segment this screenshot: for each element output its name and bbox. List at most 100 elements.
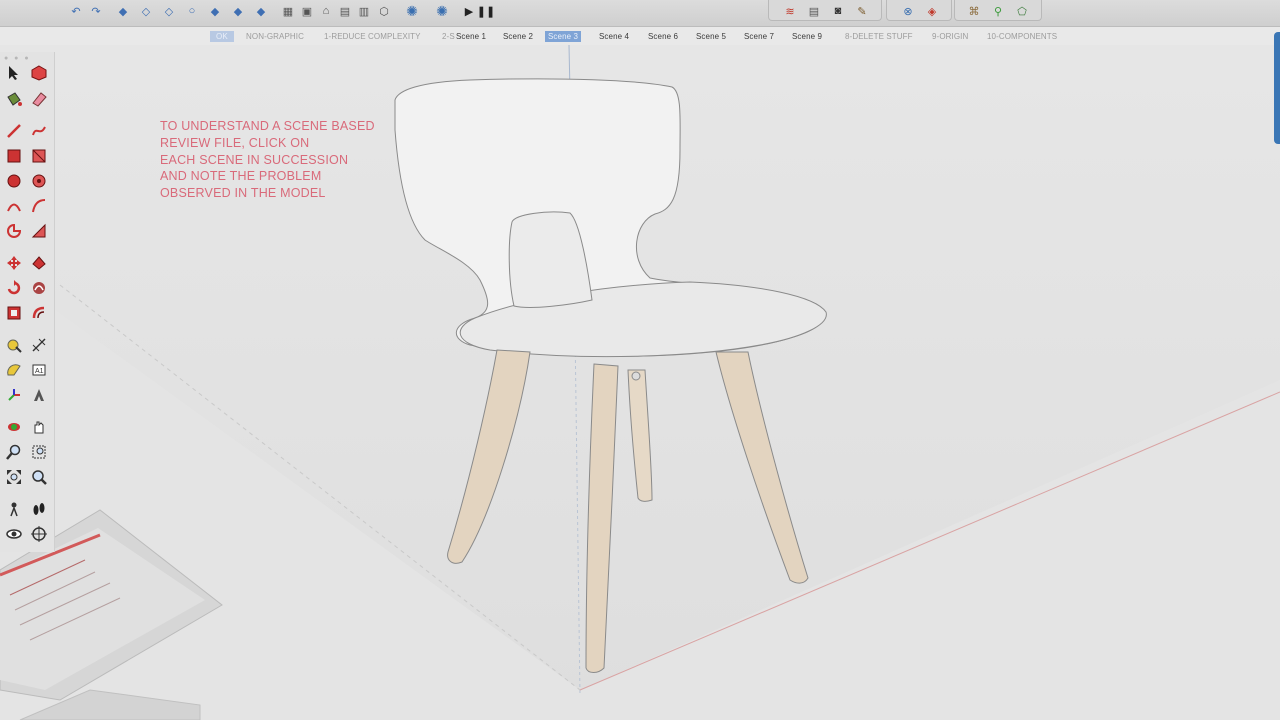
3d-text-icon[interactable] [28,384,50,406]
select-tool-icon[interactable] [3,62,25,84]
polygon-tool-icon[interactable] [28,170,50,192]
sections-toolbar-group: ⊗ ◈ [886,0,952,21]
orbit-tool-icon[interactable] [3,416,25,438]
pan-tool-icon[interactable] [28,416,50,438]
camera-icon[interactable]: ◙ [829,2,847,20]
scene-tab-scene-3[interactable]: Scene 3 [545,31,582,42]
graph-icon[interactable]: ⚲ [989,2,1007,20]
scene-tab-scene-4[interactable]: Scene 4 [599,31,629,42]
push-pull-icon[interactable] [28,252,50,274]
look-around-icon[interactable] [3,523,25,545]
annotation-line-4: AND NOTE THE PROBLEM [160,169,322,184]
chair-leg-front-left [447,349,531,564]
chair-leg-back [627,369,653,502]
follow-me-icon[interactable] [28,277,50,299]
svg-text:A1: A1 [35,368,44,375]
layers-icon[interactable]: ≋ [781,2,799,20]
scene-tab-scene-1[interactable]: Scene 1 [456,31,486,42]
scene-tab-origin[interactable]: 9-ORIGIN [932,31,968,42]
scene-review-annotation: TO UNDERSTAND A SCENE BASED REVIEW FILE,… [160,118,400,202]
axes-tool-icon[interactable] [3,384,25,406]
views-bottom-icon[interactable]: ◆ [252,2,270,20]
protractor-icon[interactable] [3,359,25,381]
rotate-tool-icon[interactable] [3,277,25,299]
wireframe-icon[interactable]: ▣ [298,2,316,20]
section-plane-icon[interactable]: ⊗ [899,2,917,20]
previous-view-icon[interactable] [28,466,50,488]
chair-leg-front-right [715,351,809,584]
default-tray-handle[interactable] [1274,32,1280,144]
top-toolbar: ↶ ↷ ◆ ◇ ◇ ○ ◆ ◆ ◆ ▦ ▣ ⌂ ▤ ▥ ⬡ ✺ ✺ ▶ ❚❚ ≋… [0,0,1280,27]
scene-tabs-bar: OK NON-GRAPHIC 1-REDUCE COMPLEXITY 2-S S… [0,28,1280,44]
text-tool-icon[interactable]: A1 [28,359,50,381]
line-tool-icon[interactable] [3,120,25,142]
scene-tab-ok[interactable]: OK [210,31,234,42]
annotation-line-1: TO UNDERSTAND A SCENE BASED [160,119,375,133]
views-top-icon[interactable]: ◇ [137,2,155,20]
scene-tab-delete-stuff[interactable]: 8-DELETE STUFF [845,31,913,42]
annotation-line-5: OBSERVED IN THE MODEL [160,186,326,201]
paint-bucket-icon[interactable] [3,88,25,110]
scene-tab-non-graphic[interactable]: NON-GRAPHIC [246,31,304,42]
dimension-tool-icon[interactable] [28,334,50,356]
scene-tab-2[interactable]: 2-S [442,31,455,42]
offset-tool-icon[interactable] [28,302,50,324]
zoom-window-icon[interactable] [28,441,50,463]
xray-icon[interactable]: ▦ [279,2,297,20]
paint-brush-icon[interactable]: ✎ [853,2,871,20]
eraser-icon[interactable] [28,88,50,110]
redo-icon[interactable]: ↷ [87,2,105,20]
shaded-textures-icon[interactable]: ▥ [355,2,373,20]
scene-tab-reduce-complexity[interactable]: 1-REDUCE COMPLEXITY [324,31,421,42]
section-plane-tool-icon[interactable] [28,523,50,545]
chair-bolt [631,371,641,381]
make-component-icon[interactable] [28,62,50,84]
tape-measure-icon[interactable] [3,334,25,356]
annotation-line-3: EACH SCENE IN SUCCESSION [160,152,349,167]
large-tool-set-palette: ● ● ● A1 [0,52,55,552]
freehand-tool-icon[interactable] [28,120,50,142]
monochrome-icon[interactable]: ⬡ [375,2,393,20]
views-iso-icon[interactable]: ◆ [114,2,132,20]
zoom-tool-icon[interactable] [3,441,25,463]
scene-tab-scene-6[interactable]: Scene 6 [648,31,678,42]
arc-tool-icon[interactable] [3,195,25,217]
three-point-arc-icon[interactable] [28,220,50,242]
warehouse-icon[interactable]: ✺ [403,2,421,20]
hidden-line-icon[interactable]: ⌂ [317,2,335,20]
pause-icon[interactable]: ❚❚ [477,2,495,20]
scale-tool-icon[interactable] [3,302,25,324]
scene-tab-scene-2[interactable]: Scene 2 [503,31,533,42]
shaded-icon[interactable]: ▤ [336,2,354,20]
rectangle-tool-icon[interactable] [3,145,25,167]
section-fill-icon[interactable]: ◈ [923,2,941,20]
two-point-arc-icon[interactable] [28,195,50,217]
position-camera-icon[interactable] [3,498,25,520]
geo-icon[interactable]: ⌘ [965,2,983,20]
chair-leg-front-center [585,363,619,673]
blue-axis-dashed [574,329,581,696]
circle-tool-icon[interactable] [3,170,25,192]
scene-tab-components[interactable]: 10-COMPONENTS [987,31,1057,42]
shape-icon[interactable]: ⬠ [1013,2,1031,20]
pie-tool-icon[interactable] [3,220,25,242]
palette-window-controls[interactable]: ● ● ● [4,55,31,62]
zoom-extents-icon[interactable] [3,466,25,488]
scene-tab-scene-9[interactable]: Scene 9 [792,31,822,42]
layers-toolbar-group: ≋ ▤ ◙ ✎ [768,0,882,21]
views-left-icon[interactable]: ◆ [229,2,247,20]
undo-icon[interactable]: ↶ [67,2,85,20]
sandbox-toolbar-group: ⌘ ⚲ ⬠ [954,0,1042,21]
move-tool-icon[interactable] [3,252,25,274]
rotated-rectangle-icon[interactable] [28,145,50,167]
scene-tab-scene-7[interactable]: Scene 7 [744,31,774,42]
walk-tool-icon[interactable] [28,498,50,520]
play-icon[interactable]: ▶ [460,2,478,20]
views-right-icon[interactable]: ○ [183,2,201,20]
extension-icon[interactable]: ✺ [433,2,451,20]
scene-tab-scene-5[interactable]: Scene 5 [696,31,726,42]
views-front-icon[interactable]: ◇ [160,2,178,20]
views-back-icon[interactable]: ◆ [206,2,224,20]
annotation-line-2: REVIEW FILE, CLICK ON [160,135,310,150]
outliner-icon[interactable]: ▤ [805,2,823,20]
